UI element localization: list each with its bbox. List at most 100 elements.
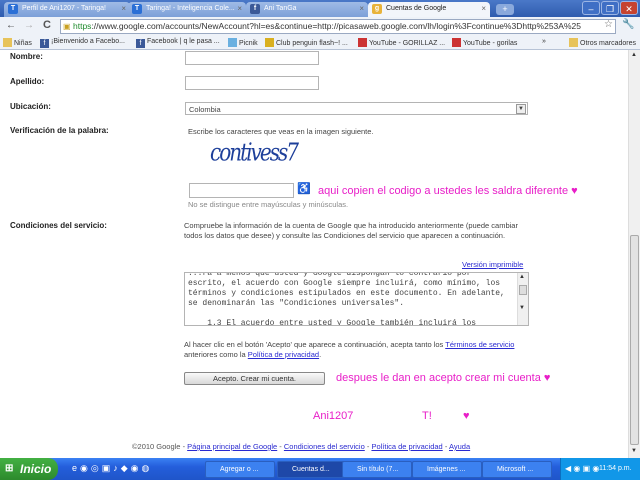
- accept-notice: Al hacer clic en el botón 'Acepto' que a…: [184, 340, 529, 360]
- scroll-up-icon[interactable]: ▲: [519, 274, 525, 280]
- site-signature: T!: [422, 410, 432, 422]
- author-signature: Ani1207: [313, 410, 354, 422]
- task-sin-titulo[interactable]: Sin título (7...: [342, 461, 412, 478]
- lock-icon: ▣: [63, 22, 71, 31]
- address-bar[interactable]: ▣ https://www.google.com/accounts/NewAcco…: [60, 19, 616, 34]
- google-icon: g: [372, 4, 382, 14]
- tab-taringa-profile[interactable]: T Perfil de Ani1207 - Taringa! ×: [4, 2, 130, 17]
- privacy-link[interactable]: Política de privacidad: [248, 350, 319, 359]
- bookmark-youtube-gorillaz[interactable]: YouTube - GORILLAZ ...: [358, 38, 445, 47]
- accept-text: anteriores como la: [184, 350, 248, 359]
- windows-logo-icon: ⊞: [5, 463, 14, 474]
- task-imagenes[interactable]: Imágenes ...: [412, 461, 482, 478]
- bookmark-label: Picnik: [239, 40, 258, 47]
- bookmark-facebook-1[interactable]: f ¡Bienvenido a Facebo...: [40, 38, 125, 48]
- new-tab-button[interactable]: +: [496, 4, 514, 15]
- quick-launch-icons[interactable]: e◉◎▣♪◆◉◍: [72, 463, 152, 474]
- close-tab-icon[interactable]: ×: [121, 4, 126, 13]
- tos-text: ...ra a menos que usted y Google dispong…: [188, 272, 505, 326]
- tab-taringa[interactable]: T Taringa! - Inteligencia Cole... ×: [128, 2, 246, 17]
- facebook-icon: f: [136, 39, 145, 48]
- facebook-icon: f: [250, 4, 260, 14]
- bookmark-label: Club penguin flash~! ...: [276, 40, 348, 47]
- close-tab-icon[interactable]: ×: [237, 4, 242, 13]
- heart-icon: ♥: [463, 410, 470, 422]
- bookmark-picnik[interactable]: Picnik: [228, 38, 258, 47]
- bookmark-label: YouTube - GORILLAZ ...: [369, 40, 446, 47]
- scroll-thumb[interactable]: [519, 285, 527, 295]
- nombre-input[interactable]: [185, 51, 319, 65]
- accept-text: .: [319, 350, 322, 359]
- captcha-note: No se distingue entre mayúsculas y minús…: [188, 200, 349, 209]
- reload-icon[interactable]: C: [43, 19, 51, 31]
- tray-icons[interactable]: ◀ ◉ ▣ ◉: [565, 464, 599, 473]
- footer-help-link[interactable]: Ayuda: [449, 442, 470, 451]
- printable-version-link[interactable]: Versión imprimible: [462, 260, 523, 270]
- folder-icon: [3, 38, 12, 47]
- apellido-input[interactable]: [185, 76, 319, 90]
- minimize-button[interactable]: –: [582, 1, 600, 15]
- chevron-down-icon: ▼: [516, 104, 526, 114]
- task-microsoft[interactable]: Microsoft ...: [482, 461, 552, 478]
- tab-label: Perfil de Ani1207 - Taringa!: [22, 5, 106, 12]
- bookmark-label: YouTube - gorilas: [463, 40, 518, 47]
- ubicacion-value: Colombia: [189, 105, 221, 114]
- terms-link[interactable]: Términos de servicio: [445, 340, 514, 349]
- scroll-up-icon[interactable]: ▲: [631, 52, 637, 58]
- tos-scrollbar[interactable]: ▲ ▼: [517, 273, 528, 325]
- close-tab-icon[interactable]: ×: [359, 4, 364, 13]
- scroll-down-icon[interactable]: ▼: [519, 305, 525, 311]
- bookmarks-overflow[interactable]: »: [542, 38, 546, 45]
- close-window-button[interactable]: ✕: [620, 1, 638, 15]
- accessibility-icon[interactable]: ♿: [297, 182, 311, 195]
- bookmark-label: Facebook | q le pasa ...: [147, 38, 220, 45]
- bookmark-star-icon[interactable]: ☆: [604, 19, 613, 30]
- picnik-icon: [228, 38, 237, 47]
- facebook-icon: f: [40, 39, 49, 48]
- start-label: Inicio: [20, 462, 52, 476]
- url-text: ://www.google.com/accounts/NewAccount?hl…: [91, 21, 581, 31]
- bookmark-label: Otros marcadores: [580, 40, 637, 47]
- ubicacion-select[interactable]: Colombia ▼: [185, 102, 528, 115]
- start-button[interactable]: ⊞ Inicio: [0, 458, 58, 480]
- bookmarks-bar: Niñas f ¡Bienvenido a Facebo... f Facebook…: [0, 36, 640, 50]
- forward-icon[interactable]: →: [24, 20, 34, 31]
- scroll-thumb[interactable]: [630, 235, 639, 445]
- bookmark-ninas[interactable]: Niñas: [3, 38, 32, 47]
- tab-label: Ani TanGa: [264, 5, 297, 12]
- accept-create-account-button[interactable]: Acepto. Crear mi cuenta.: [184, 372, 325, 385]
- ubicacion-label: Ubicación:: [10, 102, 51, 111]
- bookmark-youtube-gorilas[interactable]: YouTube - gorilas: [452, 38, 517, 47]
- bookmark-facebook-2[interactable]: f Facebook | q le pasa ...: [136, 38, 220, 48]
- tab-label: Taringa! - Inteligencia Cole...: [146, 5, 235, 12]
- youtube-icon: [358, 38, 367, 47]
- captcha-image: contivess7: [210, 137, 299, 167]
- page-scrollbar[interactable]: ▲ ▼: [628, 50, 640, 458]
- bookmark-club-penguin[interactable]: Club penguin flash~! ...: [265, 38, 348, 47]
- verificacion-label: Verificación de la palabra:: [10, 126, 109, 135]
- task-agregar[interactable]: Agregar o ...: [205, 461, 275, 478]
- other-bookmarks[interactable]: Otros marcadores: [569, 38, 636, 47]
- accept-text: Al hacer clic en el botón 'Acepto' que a…: [184, 340, 446, 349]
- footer-privacy-link[interactable]: Política de privacidad: [371, 442, 442, 451]
- tab-google-accounts[interactable]: g Cuentas de Google ×: [368, 2, 490, 17]
- wrench-icon[interactable]: 🔧: [622, 19, 634, 30]
- maximize-button[interactable]: ❐: [601, 1, 619, 15]
- bookmark-label: ¡Bienvenido a Facebo...: [51, 38, 125, 45]
- scroll-down-icon[interactable]: ▼: [631, 448, 637, 454]
- condiciones-label: Condiciones del servicio:: [10, 221, 107, 230]
- captcha-input[interactable]: [189, 183, 294, 198]
- url-scheme: https: [73, 21, 92, 31]
- close-tab-icon[interactable]: ×: [481, 4, 486, 13]
- footer: ©2010 Google - Página principal de Googl…: [132, 442, 470, 452]
- penguin-icon: [265, 38, 274, 47]
- tab-facebook[interactable]: f Ani TanGa ×: [246, 2, 368, 17]
- clock: 11:54 p.m.: [599, 465, 632, 472]
- sep: -: [277, 442, 284, 451]
- tos-textarea[interactable]: ...ra a menos que usted y Google dispong…: [184, 272, 529, 326]
- footer-home-link[interactable]: Página principal de Google: [187, 442, 277, 451]
- footer-terms-link[interactable]: Condiciones del servicio: [284, 442, 365, 451]
- task-cuentas[interactable]: Cuentas d...: [277, 461, 347, 478]
- back-icon[interactable]: ←: [6, 20, 16, 31]
- button-annotation: despues le dan en acepto crear mi cuenta…: [336, 372, 551, 384]
